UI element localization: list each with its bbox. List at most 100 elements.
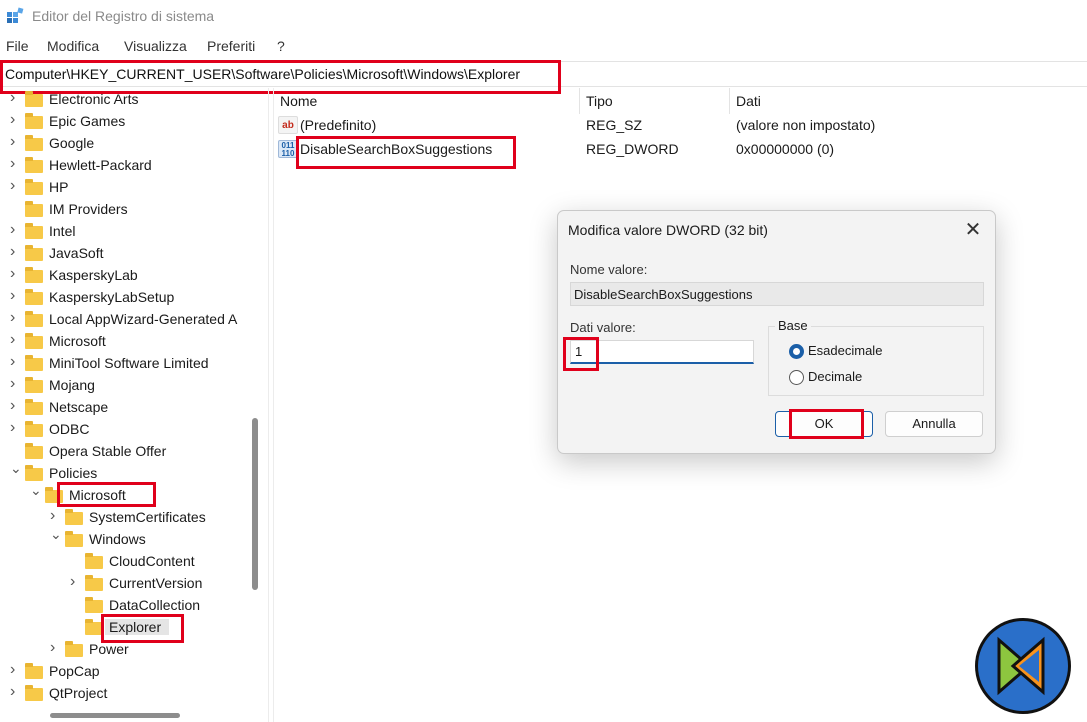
folder-icon xyxy=(65,509,83,525)
chevron-down-icon[interactable]: ⌄ xyxy=(50,526,62,542)
tree-item[interactable]: › QtProject xyxy=(0,683,268,705)
value-row[interactable]: 011 110 DisableSearchBoxSuggestions REG_… xyxy=(274,138,1087,162)
tree-connector xyxy=(70,598,82,612)
folder-icon xyxy=(25,135,43,151)
tree-item[interactable]: › Intel xyxy=(0,221,268,243)
tree-item[interactable]: › CurrentVersion xyxy=(0,573,268,595)
chevron-right-icon[interactable]: › xyxy=(10,661,22,678)
cancel-button[interactable]: Annulla xyxy=(885,411,983,437)
column-separator[interactable] xyxy=(579,88,580,114)
value-data-input[interactable]: 1 xyxy=(570,340,754,364)
tree-item-label: HP xyxy=(49,179,69,195)
value-name-field: DisableSearchBoxSuggestions xyxy=(570,282,984,306)
value-data: (valore non impostato) xyxy=(736,117,876,133)
menu-preferiti[interactable]: Preferiti xyxy=(207,38,255,54)
tree-item[interactable]: IM Providers xyxy=(0,199,268,221)
tree-item-label: PopCap xyxy=(49,663,100,679)
chevron-right-icon[interactable]: › xyxy=(10,155,22,172)
chevron-right-icon[interactable]: › xyxy=(10,419,22,436)
registry-tree[interactable]: › Electronic Arts › Epic Games › Google › Hewle… xyxy=(0,88,268,722)
tree-item[interactable]: › Power xyxy=(0,639,268,661)
tree-item[interactable]: › MiniTool Software Limited xyxy=(0,353,268,375)
tree-item[interactable]: › Microsoft xyxy=(0,331,268,353)
tree-item[interactable]: › SystemCertificates xyxy=(0,507,268,529)
value-row[interactable]: ab (Predefinito) REG_SZ (valore non impo… xyxy=(274,114,1087,138)
chevron-right-icon[interactable]: › xyxy=(10,287,22,304)
menu-modifica[interactable]: Modifica xyxy=(47,38,99,54)
tree-item-label: SystemCertificates xyxy=(89,509,206,525)
tree-item[interactable]: ⌄ Windows xyxy=(0,526,268,551)
tree-item-label: Local AppWizard-Generated A xyxy=(49,311,238,327)
chevron-down-icon[interactable]: ⌄ xyxy=(10,460,22,476)
chevron-right-icon[interactable]: › xyxy=(10,111,22,128)
close-icon[interactable]: ✕ xyxy=(959,217,987,243)
menu-help[interactable]: ? xyxy=(277,38,285,54)
tree-item-label: Windows xyxy=(89,531,146,547)
tree-item[interactable]: › Epic Games xyxy=(0,111,268,133)
chevron-right-icon[interactable]: › xyxy=(10,89,22,106)
tree-item-label: DataCollection xyxy=(109,597,201,613)
chevron-right-icon[interactable]: › xyxy=(10,177,22,194)
chevron-right-icon[interactable]: › xyxy=(10,265,22,282)
tree-item-label: Opera Stable Offer xyxy=(49,443,167,459)
folder-icon xyxy=(25,201,43,217)
column-header-dati[interactable]: Dati xyxy=(736,93,761,109)
chevron-right-icon[interactable]: › xyxy=(10,221,22,238)
tree-vertical-scrollbar[interactable] xyxy=(252,418,258,590)
tree-item[interactable]: › Hewlett-Packard xyxy=(0,155,268,177)
chevron-right-icon[interactable]: › xyxy=(10,133,22,150)
tree-item[interactable]: › Local AppWizard-Generated A xyxy=(0,309,268,331)
chevron-right-icon[interactable]: › xyxy=(10,309,22,326)
tree-item-label: Power xyxy=(89,641,129,657)
column-header-tipo[interactable]: Tipo xyxy=(586,93,613,109)
chevron-right-icon[interactable]: › xyxy=(10,397,22,414)
chevron-right-icon[interactable]: › xyxy=(10,375,22,392)
tree-item-label: Intel xyxy=(49,223,76,239)
chevron-right-icon[interactable]: › xyxy=(10,683,22,700)
tree-horizontal-scrollbar[interactable] xyxy=(50,713,180,718)
tree-item[interactable]: › KasperskyLab xyxy=(0,265,268,287)
column-header-nome[interactable]: Nome xyxy=(280,93,317,109)
tree-item[interactable]: › KasperskyLabSetup xyxy=(0,287,268,309)
folder-icon xyxy=(65,531,83,547)
hex-radio[interactable] xyxy=(789,344,804,359)
tree-item[interactable]: › Mojang xyxy=(0,375,268,397)
tree-item[interactable]: › PopCap xyxy=(0,661,268,683)
tree-item-label: QtProject xyxy=(49,685,108,701)
tree-item[interactable]: CloudContent xyxy=(0,551,268,573)
tree-item-label: Mojang xyxy=(49,377,95,393)
ok-button[interactable]: OK xyxy=(775,411,873,437)
tree-item-label: Epic Games xyxy=(49,113,126,129)
chevron-down-icon[interactable]: ⌄ xyxy=(30,482,42,498)
chevron-right-icon[interactable]: › xyxy=(10,243,22,260)
tree-item[interactable]: › Electronic Arts xyxy=(0,89,268,111)
folder-icon xyxy=(25,663,43,679)
column-separator[interactable] xyxy=(729,88,730,114)
address-path[interactable]: Computer\HKEY_CURRENT_USER\Software\Poli… xyxy=(5,66,520,82)
tree-item[interactable]: Opera Stable Offer xyxy=(0,441,268,463)
tree-item[interactable]: Explorer xyxy=(0,617,268,639)
string-value-icon: ab xyxy=(278,116,298,134)
value-data-label: Dati valore: xyxy=(570,320,636,335)
menu-visualizza[interactable]: Visualizza xyxy=(124,38,187,54)
dec-radio-label[interactable]: Decimale xyxy=(808,369,862,384)
menu-file[interactable]: File xyxy=(6,38,29,54)
chevron-right-icon[interactable]: › xyxy=(70,573,82,590)
tree-item[interactable]: › HP xyxy=(0,177,268,199)
folder-icon xyxy=(25,245,43,261)
chevron-right-icon[interactable]: › xyxy=(10,331,22,348)
chevron-right-icon[interactable]: › xyxy=(50,507,62,524)
folder-icon xyxy=(85,575,103,591)
tree-item[interactable]: › Netscape xyxy=(0,397,268,419)
tree-item[interactable]: ⌄ Microsoft xyxy=(0,482,268,507)
folder-icon xyxy=(25,443,43,459)
address-bar[interactable]: Computer\HKEY_CURRENT_USER\Software\Poli… xyxy=(0,61,1087,87)
dec-radio[interactable] xyxy=(789,370,804,385)
tree-item[interactable]: › JavaSoft xyxy=(0,243,268,265)
hex-radio-label[interactable]: Esadecimale xyxy=(808,343,882,358)
chevron-right-icon[interactable]: › xyxy=(10,353,22,370)
tree-item[interactable]: › Google xyxy=(0,133,268,155)
tree-item[interactable]: › ODBC xyxy=(0,419,268,441)
tree-item[interactable]: DataCollection xyxy=(0,595,268,617)
chevron-right-icon[interactable]: › xyxy=(50,639,62,656)
